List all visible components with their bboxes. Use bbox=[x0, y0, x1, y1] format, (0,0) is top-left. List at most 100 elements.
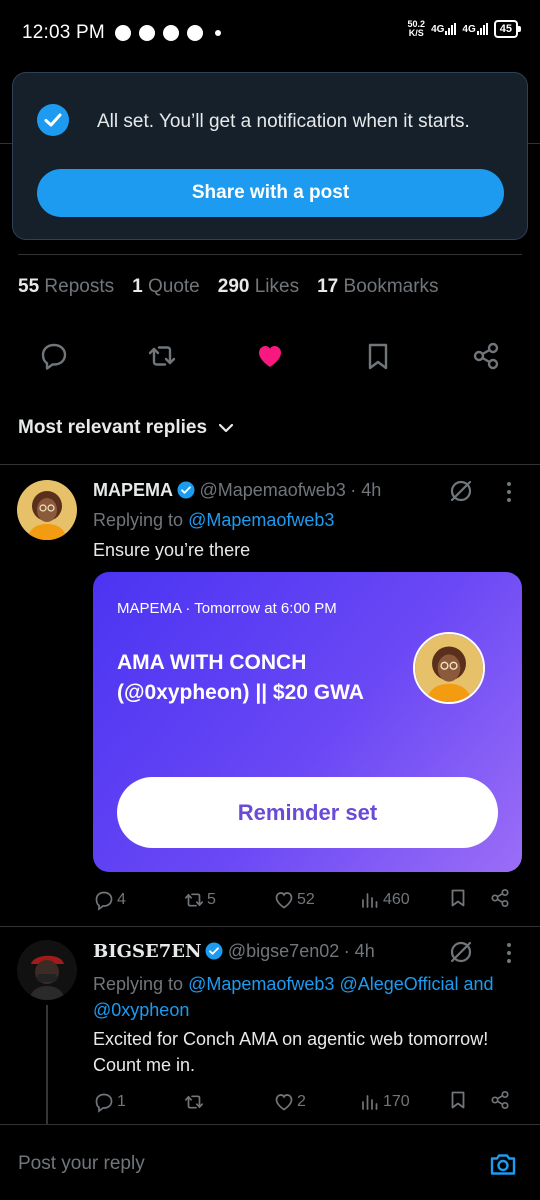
stat-label: Bookmarks bbox=[343, 276, 439, 297]
stat-label: Reposts bbox=[44, 276, 115, 297]
battery-icon: 45 bbox=[493, 20, 522, 38]
divider bbox=[0, 464, 540, 465]
verified-badge-icon bbox=[205, 942, 223, 960]
post-time: · 4h bbox=[343, 941, 375, 961]
grok-icon[interactable] bbox=[448, 939, 474, 970]
mention-link[interactable]: @Mapemaofweb3 bbox=[188, 510, 334, 530]
camera-icon[interactable] bbox=[488, 1149, 518, 1179]
bookmark-icon[interactable] bbox=[362, 340, 394, 372]
signal-2: 4G bbox=[462, 23, 488, 35]
space-card[interactable]: MAPEMA · Tomorrow at 6:00 PM AMA WITH CO… bbox=[93, 572, 522, 872]
like-count-value: 52 bbox=[297, 891, 315, 908]
view-count-value: 170 bbox=[383, 1093, 410, 1110]
bookmark-icon[interactable] bbox=[447, 1089, 469, 1116]
replies-sort-label: Most relevant replies bbox=[18, 417, 208, 438]
reply-count-value: 4 bbox=[117, 891, 126, 908]
repost-count[interactable]: 5 bbox=[183, 889, 216, 911]
check-circle-icon bbox=[37, 104, 69, 136]
verified-badge-icon bbox=[177, 481, 195, 499]
stat-count: 1 bbox=[132, 276, 143, 297]
mention-link[interactable]: @0xypheon bbox=[93, 1000, 189, 1020]
battery-level: 45 bbox=[499, 23, 512, 35]
status-right: 50.2 K/S 4G 4G 45 bbox=[408, 20, 522, 38]
reminder-toast: All set. You’ll get a notification when … bbox=[12, 72, 528, 240]
mention-link[interactable]: @Mapemaofweb3 bbox=[188, 974, 334, 994]
reply-icon bbox=[95, 891, 113, 911]
share-icon[interactable] bbox=[470, 340, 502, 372]
stat-bookmarks[interactable]: 17 Bookmarks bbox=[317, 276, 438, 298]
repost-count[interactable] bbox=[183, 1091, 207, 1113]
thread-connector bbox=[46, 1005, 48, 1125]
reply-count[interactable]: 4 bbox=[93, 889, 126, 911]
repost-icon[interactable] bbox=[146, 340, 178, 372]
signal-1-label: 4G bbox=[431, 24, 445, 35]
signal-2-label: 4G bbox=[462, 24, 476, 35]
stat-reposts[interactable]: 55 Reposts bbox=[18, 276, 114, 298]
like-count[interactable]: 2 bbox=[273, 1091, 306, 1113]
post-actions bbox=[0, 336, 540, 376]
chat-icon bbox=[186, 25, 203, 41]
reply-engagement: 1 2 170 bbox=[93, 1088, 522, 1116]
view-count-value: 460 bbox=[383, 891, 410, 908]
reply-icon[interactable] bbox=[38, 340, 70, 372]
stat-likes[interactable]: 290 Likes bbox=[218, 276, 299, 298]
more-options-icon[interactable] bbox=[500, 480, 518, 509]
views-icon bbox=[362, 1095, 378, 1110]
view-count[interactable]: 460 bbox=[359, 889, 410, 911]
author-name[interactable]: BIGSE7EN bbox=[93, 941, 201, 962]
heart-icon bbox=[275, 1094, 293, 1111]
stat-count: 290 bbox=[217, 276, 250, 297]
post-stats: 55 Reposts 1 Quote 290 Likes 17 Bookmark… bbox=[18, 276, 439, 298]
avatar[interactable] bbox=[17, 940, 77, 1000]
like-count-value: 2 bbox=[297, 1093, 306, 1110]
reply-count[interactable]: 1 bbox=[93, 1091, 126, 1113]
replies-sort-dropdown[interactable]: Most relevant replies bbox=[18, 417, 235, 439]
replying-and: and bbox=[463, 974, 494, 994]
view-count[interactable]: 170 bbox=[359, 1091, 410, 1113]
mention-link[interactable]: @AlegeOfficial bbox=[339, 974, 458, 994]
heart-filled-icon[interactable] bbox=[254, 340, 286, 372]
share-with-post-button[interactable]: Share with a post bbox=[37, 169, 504, 217]
divider bbox=[18, 254, 522, 255]
author-handle[interactable]: @bigse7en02 bbox=[228, 941, 339, 961]
repost-icon bbox=[184, 1095, 204, 1109]
status-notification-icons bbox=[114, 25, 221, 41]
stat-label: Likes bbox=[254, 276, 300, 297]
more-options-icon[interactable] bbox=[500, 941, 518, 970]
signal-bars-icon bbox=[476, 23, 488, 35]
stat-count: 17 bbox=[317, 276, 339, 297]
reminder-set-button[interactable]: Reminder set bbox=[117, 777, 498, 848]
status-time: 12:03 PM bbox=[22, 22, 105, 43]
replying-to: Replying to @Mapemaofweb3 bbox=[93, 510, 334, 531]
share-icon[interactable] bbox=[489, 1089, 511, 1116]
space-title: AMA WITH CONCH (@0xypheon) || $20 GWA bbox=[117, 651, 364, 704]
like-count[interactable]: 52 bbox=[273, 889, 315, 911]
network-speed-unit: K/S bbox=[408, 28, 424, 38]
grok-icon[interactable] bbox=[448, 478, 474, 509]
signal-1: 4G bbox=[431, 23, 457, 35]
snapchat-icon bbox=[162, 25, 179, 41]
avatar[interactable] bbox=[17, 480, 77, 540]
reply-icon bbox=[95, 1093, 113, 1113]
reply-composer: Post your reply bbox=[0, 1124, 540, 1200]
reply-text: Ensure you’re there bbox=[93, 540, 251, 560]
divider bbox=[0, 926, 540, 927]
signal-bars-icon bbox=[445, 23, 457, 35]
telegram-icon bbox=[114, 25, 131, 41]
reply-input[interactable]: Post your reply bbox=[18, 1153, 145, 1175]
bookmark-icon[interactable] bbox=[447, 887, 469, 914]
chevron-down-icon bbox=[218, 423, 234, 433]
heart-icon bbox=[275, 892, 293, 909]
author-name[interactable]: MAPEMA bbox=[93, 480, 173, 500]
status-bar: 12:03 PM 50.2 K/S 4G 4G 45 bbox=[0, 0, 540, 66]
whatsapp-icon bbox=[138, 25, 155, 41]
replying-prefix: Replying to bbox=[93, 974, 184, 994]
author-handle[interactable]: @Mapemaofweb3 bbox=[199, 480, 345, 500]
post-time: · 4h bbox=[350, 480, 382, 500]
stat-count: 55 bbox=[18, 276, 40, 297]
share-icon[interactable] bbox=[489, 887, 511, 914]
toast-message: All set. You’ll get a notification when … bbox=[97, 111, 470, 132]
reply-text: Excited for Conch AMA on agentic web tom… bbox=[93, 1029, 489, 1075]
reply-header: MAPEMA @Mapemaofweb3 · 4h bbox=[93, 480, 381, 501]
stat-quotes[interactable]: 1 Quote bbox=[132, 276, 200, 298]
